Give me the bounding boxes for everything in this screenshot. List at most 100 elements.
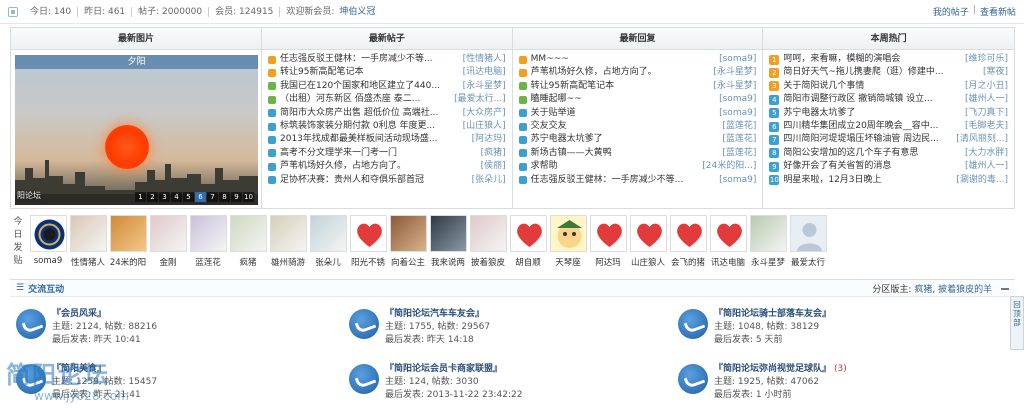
member-avatar-item[interactable]: 披着狼皮 bbox=[468, 215, 508, 268]
list-item[interactable]: 4 简阳市调整行政区 撤销简城镇 设立... [雄州人一] bbox=[769, 93, 1008, 106]
thread-author-link[interactable]: [侯丽] bbox=[481, 160, 506, 173]
forum-icon[interactable] bbox=[349, 309, 379, 339]
thread-title-link[interactable]: 明星来啦，12月3日晚上 bbox=[783, 174, 952, 187]
member-avatar-item[interactable]: 蓝莲花 bbox=[188, 215, 228, 268]
slideshow-page-2[interactable]: 2 bbox=[147, 192, 158, 202]
avatar[interactable] bbox=[269, 215, 307, 252]
member-avatar-item[interactable]: 金刚 bbox=[148, 215, 188, 268]
member-name[interactable]: 阳光不锈 bbox=[348, 256, 388, 268]
member-avatar-item[interactable]: 最爱太行 bbox=[788, 215, 828, 268]
member-name[interactable]: 讯达电脑 bbox=[708, 256, 748, 268]
forum-icon[interactable] bbox=[349, 364, 379, 394]
thread-author-link[interactable]: [蓝莲花] bbox=[722, 133, 756, 146]
list-item[interactable]: 2013年找成都最美样板间活动现场盛... [阿达玛] bbox=[268, 133, 506, 146]
member-avatar-item[interactable]: 24米的阳 bbox=[108, 215, 148, 268]
heart-icon[interactable] bbox=[509, 215, 547, 252]
slideshow-page-6[interactable]: 6 bbox=[195, 192, 206, 202]
cartoon-icon[interactable] bbox=[549, 215, 587, 252]
forum-item[interactable]: 『简阳论坛会员卡商家联盟』 主题: 124, 帖数: 3030 最后发表: 2013… bbox=[343, 358, 663, 402]
dog-icon[interactable] bbox=[389, 215, 427, 252]
thread-author-link[interactable]: [寒夜] bbox=[983, 66, 1008, 79]
list-item[interactable]: 7 四川简阳河堤堤塌压坏输油管 周边民... [清风丽刻...] bbox=[769, 133, 1008, 146]
list-item[interactable]: 9 好像开会了有关省暂的消息 [雄州人一] bbox=[769, 160, 1008, 173]
thread-title-link[interactable]: 我国已在120个国家和地区建立了440... bbox=[280, 80, 459, 93]
thread-author-link[interactable]: [永斗星梦] bbox=[713, 66, 756, 79]
slideshow-page-3[interactable]: 3 bbox=[159, 192, 170, 202]
heart-icon[interactable] bbox=[629, 215, 667, 252]
member-avatar-item[interactable]: 胡自顺 bbox=[508, 215, 548, 268]
slideshow-image[interactable]: 夕阳 阳论坛 1 2 3 4 5 6 7 8 9 10 bbox=[15, 55, 258, 205]
member-name[interactable]: 最爱太行 bbox=[788, 256, 828, 268]
forum-last-post[interactable]: 最后发表: 2013-11-22 23:42:22 bbox=[385, 389, 522, 402]
list-item[interactable]: 芦苇机场好久修，占地方向了。 [永斗星梦] bbox=[518, 66, 756, 79]
list-item[interactable]: 转让95新高配笔记本 [讯达电脑] bbox=[268, 66, 506, 79]
thread-title-link[interactable]: 新场古镇——大黄鸭 bbox=[531, 147, 719, 160]
list-item[interactable]: 任志强反驳王健林：一手房减少不等... [性情猪人] bbox=[268, 53, 506, 66]
heart-icon[interactable] bbox=[589, 215, 627, 252]
forum-last-post[interactable]: 最后发表: 1 小时前 bbox=[714, 389, 847, 402]
list-item[interactable]: 苏宁电器太坑爹了 [蓝莲花] bbox=[518, 133, 756, 146]
slideshow-page-7[interactable]: 7 bbox=[207, 192, 218, 202]
member-name[interactable]: 张朵儿 bbox=[308, 256, 348, 268]
list-item[interactable]: 交友交友 [蓝莲花] bbox=[518, 120, 756, 133]
member-name[interactable]: 永斗星梦 bbox=[748, 256, 788, 268]
forum-name-link[interactable]: 『简阳论坛汽车车友会』 bbox=[385, 309, 484, 319]
member-name[interactable]: soma9 bbox=[28, 256, 68, 266]
thread-title-link[interactable]: 苏宁电器太坑爹了 bbox=[531, 133, 719, 146]
avatar[interactable] bbox=[69, 215, 107, 252]
thread-title-link[interactable]: 转让95新高配笔记本 bbox=[531, 80, 710, 93]
inter-logo-icon[interactable] bbox=[29, 215, 67, 252]
forum-item[interactable]: 『简阳论坛骑士部落车友会』 主题: 1048, 帖数: 38129 最后发表: 5 … bbox=[672, 303, 992, 347]
thread-title-link[interactable]: 简阳市调整行政区 撤销简城镇 设立... bbox=[783, 93, 961, 106]
member-avatar-item[interactable]: 我来说两 bbox=[428, 215, 468, 268]
tiger-icon[interactable] bbox=[109, 215, 147, 252]
thread-title-link[interactable]: 简日好天气~拖儿携妻爬（逛）修建中... bbox=[783, 66, 979, 79]
member-avatar-item[interactable]: soma9 bbox=[28, 215, 68, 268]
list-item[interactable]: 2 简日好天气~拖儿携妻爬（逛）修建中... [寒夜] bbox=[769, 66, 1008, 79]
thread-title-link[interactable]: 转让95新高配笔记本 bbox=[280, 66, 459, 79]
member-name[interactable]: 我来说两 bbox=[428, 256, 468, 268]
thread-title-link[interactable]: 标筑装饰家装分期付款 0利息 年度更... bbox=[280, 120, 459, 133]
thread-title-link[interactable]: 关于简阳说几个事情 bbox=[783, 80, 961, 93]
thread-author-link[interactable]: [soma9] bbox=[719, 93, 756, 106]
member-avatar-item[interactable]: 讯达电脑 bbox=[708, 215, 748, 268]
thread-author-link[interactable]: [大力水胖] bbox=[965, 147, 1008, 160]
thread-title-link[interactable]: 高考不分文理学来一门考一门 bbox=[280, 147, 477, 160]
thread-author-link[interactable]: [疯猪] bbox=[481, 147, 506, 160]
thread-author-link[interactable]: [soma9] bbox=[719, 53, 756, 66]
member-avatar-item[interactable]: 会飞的猪 bbox=[668, 215, 708, 268]
member-name[interactable]: 蓝莲花 bbox=[188, 256, 228, 268]
heart-icon[interactable] bbox=[669, 215, 707, 252]
member-name[interactable]: 会飞的猪 bbox=[668, 256, 708, 268]
slideshow-page-5[interactable]: 5 bbox=[183, 192, 194, 202]
list-item[interactable]: 高考不分文理学来一门考一门 [疯猪] bbox=[268, 147, 506, 160]
thread-title-link[interactable]: 2013年找成都最美样板间活动现场盛... bbox=[280, 133, 468, 146]
default-avatar-icon[interactable] bbox=[789, 215, 827, 252]
avatar[interactable] bbox=[309, 215, 347, 252]
forum-item[interactable]: 『简阳论坛弥尚视觉足球队』 (3) 主题: 1925, 帖数: 47062 最后发表:… bbox=[672, 358, 992, 402]
thread-author-link[interactable]: [蓝莲花] bbox=[722, 120, 756, 133]
member-avatar-item[interactable]: 阿达玛 bbox=[588, 215, 628, 268]
list-item[interactable]: MM~~~ [soma9] bbox=[518, 53, 756, 66]
slideshow-page-9[interactable]: 9 bbox=[231, 192, 242, 202]
section-title[interactable]: 交流互动 bbox=[28, 282, 64, 295]
member-name[interactable]: 山庄狼人 bbox=[628, 256, 668, 268]
thread-title-link[interactable]: 四川简阳河堤堤塌压坏输油管 周边民... bbox=[783, 133, 952, 146]
forum-name-link[interactable]: 『会员风采』 bbox=[52, 309, 106, 319]
list-item[interactable]: 6 四川精华集团成立20周年晚会__容中... [毛脚老夫] bbox=[769, 120, 1008, 133]
list-item[interactable]: 任志强反驳王健林：一手房减少不等... [soma9] bbox=[518, 174, 756, 187]
thread-author-link[interactable]: [雄州人一] bbox=[965, 160, 1008, 173]
member-avatar-item[interactable]: 天琴座 bbox=[548, 215, 588, 268]
list-item[interactable]: 我国已在120个国家和地区建立了440... [永斗星梦] bbox=[268, 80, 506, 93]
avatar[interactable] bbox=[229, 215, 267, 252]
thread-title-link[interactable]: 任志强反驳王健林：一手房减少不等... bbox=[280, 53, 459, 66]
avatar[interactable] bbox=[749, 215, 787, 252]
forum-icon[interactable] bbox=[16, 309, 46, 339]
list-item[interactable]: 10 明星来啦，12月3日晚上 [涮谢的毒...] bbox=[769, 174, 1008, 187]
list-item[interactable]: 8 简阳公安增加的这几个车子有意思 [大力水胖] bbox=[769, 147, 1008, 160]
view-new-posts-link[interactable]: 查看新帖 bbox=[980, 5, 1016, 18]
thread-author-link[interactable]: [soma9] bbox=[719, 174, 756, 187]
thread-author-link[interactable]: [山庄狼人] bbox=[463, 120, 506, 133]
forum-last-post[interactable]: 最后发表: 昨天 10:41 bbox=[52, 334, 157, 347]
thread-author-link[interactable]: [soma9] bbox=[719, 107, 756, 120]
